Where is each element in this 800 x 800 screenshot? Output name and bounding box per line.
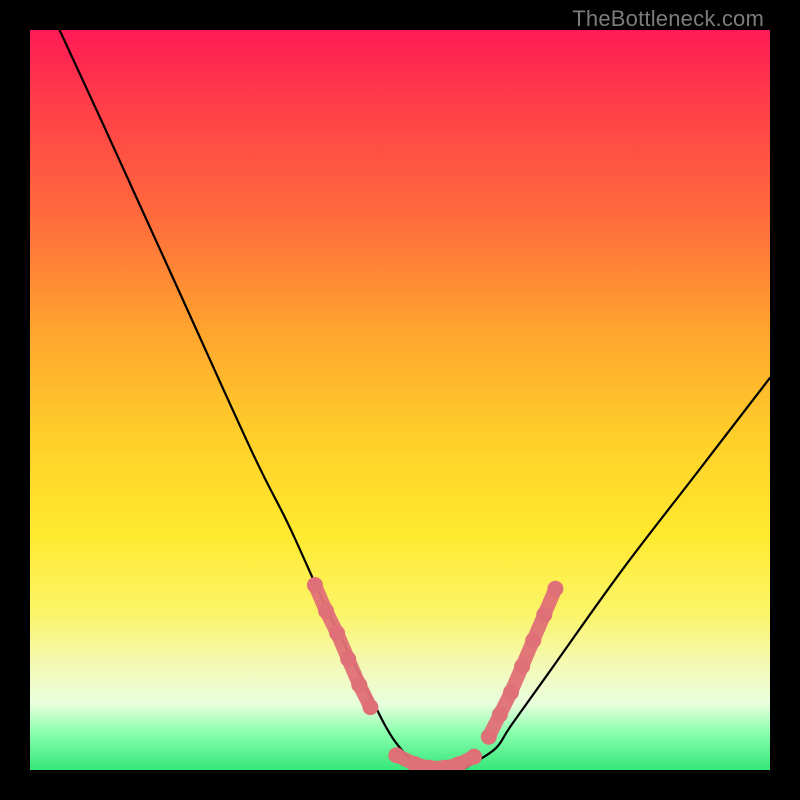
valley-dots-dot [388, 747, 404, 763]
watermark-text: TheBottleneck.com [572, 6, 764, 32]
right-slope-dots-dot [492, 707, 508, 723]
right-slope-dots-dot [525, 633, 541, 649]
left-slope-dots-dot [362, 699, 378, 715]
chart-container: TheBottleneck.com [0, 0, 800, 800]
left-slope-dots-dot [340, 651, 356, 667]
right-slope-dots-dot [547, 581, 563, 597]
left-slope-dots-dot [329, 625, 345, 641]
right-slope-dots-dot [536, 607, 552, 623]
right-slope-dots-dot [481, 729, 497, 745]
curve-layer [30, 30, 770, 770]
left-slope-dots-dot [307, 577, 323, 593]
right-slope-dots-dot [503, 684, 519, 700]
left-slope-dots-dot [318, 603, 334, 619]
marker-dots [307, 577, 564, 770]
left-slope-dots-dot [351, 677, 367, 693]
bottleneck-curve [60, 30, 770, 770]
plot-area [30, 30, 770, 770]
right-slope-dots-dot [514, 658, 530, 674]
valley-dots-dot [466, 749, 482, 765]
